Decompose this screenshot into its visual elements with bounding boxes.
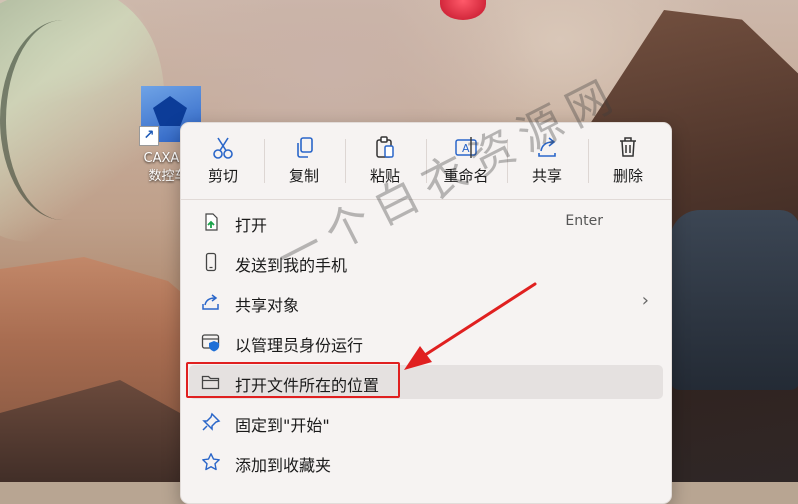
menu-item-run-as-admin[interactable]: 以管理员身份运行 [189, 325, 663, 359]
wallpaper-backpack [670, 210, 798, 390]
trash-icon [620, 137, 636, 157]
wallpaper-red-flower [440, 0, 486, 20]
copy-icon [297, 137, 313, 158]
menu-item-add-to-favorites[interactable]: 添加到收藏夹 [189, 445, 663, 479]
delete-label: 删除 [612, 167, 643, 185]
annotation-highlight-box [186, 362, 400, 398]
menu-item-label: 打开 [235, 216, 268, 235]
open-file-icon [205, 213, 218, 231]
pin-icon [202, 412, 221, 431]
menu-item-label: 添加到收藏夹 [235, 456, 332, 475]
copy-button[interactable]: 复制 [264, 133, 344, 189]
menu-item-label: 以管理员身份运行 [235, 336, 364, 355]
shortcut-arrow-icon: ↗ [139, 126, 159, 146]
menu-item-label: 固定到"开始" [235, 416, 330, 435]
share-icon [202, 294, 219, 310]
delete-button[interactable]: 删除 [588, 133, 668, 189]
wallpaper-leaf-stroke [0, 20, 126, 220]
star-icon [202, 453, 220, 471]
chevron-right-icon: › [641, 290, 649, 311]
scissors-icon [213, 137, 233, 159]
admin-shield-icon [201, 334, 220, 352]
menu-item-send-to-phone[interactable]: 发送到我的手机 [189, 245, 663, 279]
menu-item-label: 共享对象 [235, 296, 300, 315]
phone-icon [205, 252, 217, 272]
cut-button[interactable]: 剪切 [183, 133, 263, 189]
menu-item-pin-to-start[interactable]: 固定到"开始" [189, 405, 663, 439]
cut-label: 剪切 [207, 167, 238, 185]
menu-item-shortcut: Enter [565, 213, 603, 229]
copy-label: 复制 [288, 167, 319, 185]
menu-item-share-with[interactable]: 共享对象 › [189, 285, 663, 319]
